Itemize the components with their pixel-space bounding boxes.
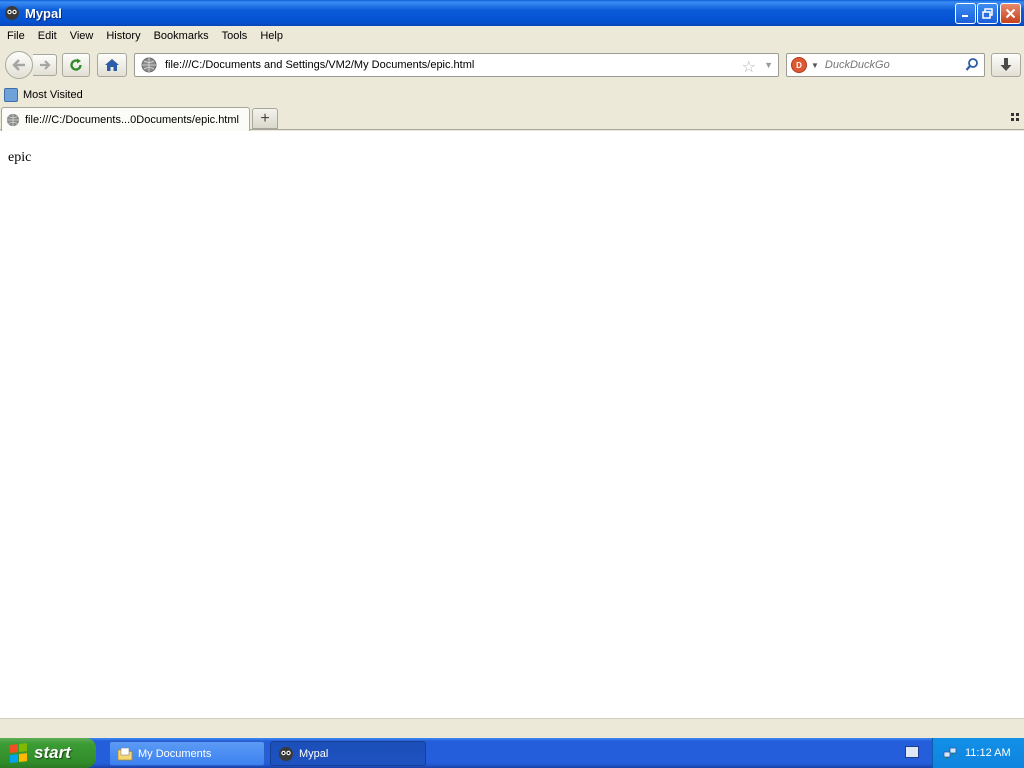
back-button[interactable] <box>5 51 33 79</box>
menu-edit[interactable]: Edit <box>32 26 63 46</box>
bookmark-star-icon[interactable]: ☆ <box>742 57 756 77</box>
page-content[interactable]: epic <box>0 131 1024 718</box>
duckduckgo-icon[interactable]: D <box>791 57 807 73</box>
home-icon <box>105 59 119 71</box>
reload-icon <box>70 58 82 71</box>
taskbar-item-mypal[interactable]: Mypal <box>270 741 426 766</box>
start-label: start <box>34 743 71 762</box>
taskbar-item-label: My Documents <box>138 747 212 760</box>
clock[interactable]: 11:12 AM <box>965 747 1011 759</box>
globe-icon <box>141 57 157 73</box>
system-tray: 11:12 AM <box>932 738 1024 768</box>
menu-bar: File Edit View History Bookmarks Tools H… <box>0 26 1024 46</box>
download-arrow-icon <box>1000 58 1012 71</box>
forward-arrow-icon <box>39 60 51 70</box>
close-icon <box>1005 8 1016 19</box>
window-title-bar[interactable]: Mypal <box>0 0 1024 26</box>
menu-tools[interactable]: Tools <box>216 26 254 46</box>
url-text[interactable]: file:///C:/Documents and Settings/VM2/My… <box>165 59 474 71</box>
url-dropdown-icon[interactable]: ▼ <box>764 60 773 70</box>
downloads-button[interactable] <box>991 53 1021 77</box>
mypal-app-icon <box>279 746 293 761</box>
taskbar-item-label: Mypal <box>299 747 329 760</box>
minimize-icon <box>962 15 968 17</box>
minimize-button[interactable] <box>955 3 976 24</box>
navigation-toolbar: file:///C:/Documents and Settings/VM2/My… <box>0 47 1024 81</box>
status-bar <box>0 718 1024 738</box>
tab-bar: file:///C:/Documents...0Documents/epic.h… <box>0 106 1024 131</box>
network-icon[interactable] <box>943 746 957 760</box>
folder-icon <box>117 747 133 760</box>
magnifier-icon[interactable] <box>965 57 979 73</box>
keyboard-icon[interactable] <box>905 746 919 758</box>
search-bar[interactable]: D ▼ <box>786 53 985 77</box>
window-title: Mypal <box>25 5 62 21</box>
menu-history[interactable]: History <box>100 26 146 46</box>
globe-icon <box>6 113 20 126</box>
menu-file[interactable]: File <box>0 26 31 46</box>
menu-view[interactable]: View <box>64 26 100 46</box>
reload-button[interactable] <box>62 53 90 77</box>
menu-help[interactable]: Help <box>254 26 289 46</box>
windows-logo-icon <box>10 743 28 763</box>
restore-icon <box>982 8 993 19</box>
page-body-text: epic <box>8 150 32 165</box>
windows-taskbar: start My Documents Mypal 11:12 AM <box>0 738 1024 768</box>
taskbar-item-my-documents[interactable]: My Documents <box>109 741 265 766</box>
list-all-tabs-icon[interactable] <box>1011 113 1019 121</box>
bookmark-most-visited[interactable]: Most Visited <box>23 89 83 101</box>
mypal-app-icon[interactable] <box>4 5 20 21</box>
start-button[interactable]: start <box>0 738 96 768</box>
most-visited-folder-icon <box>4 87 18 102</box>
forward-button[interactable] <box>33 54 57 76</box>
address-bar[interactable]: file:///C:/Documents and Settings/VM2/My… <box>134 53 779 77</box>
tab-label: file:///C:/Documents...0Documents/epic.h… <box>25 113 239 126</box>
search-engine-dropdown-icon[interactable]: ▼ <box>811 61 819 70</box>
tab-epic-html[interactable]: file:///C:/Documents...0Documents/epic.h… <box>1 107 250 131</box>
new-tab-button[interactable]: + <box>252 108 278 129</box>
bookmarks-toolbar: Most Visited <box>0 84 1024 105</box>
menu-bookmarks[interactable]: Bookmarks <box>148 26 215 46</box>
search-input[interactable] <box>824 59 965 71</box>
close-button[interactable] <box>1000 3 1021 24</box>
back-arrow-icon <box>12 59 25 71</box>
restore-button[interactable] <box>977 3 998 24</box>
home-button[interactable] <box>97 53 127 77</box>
